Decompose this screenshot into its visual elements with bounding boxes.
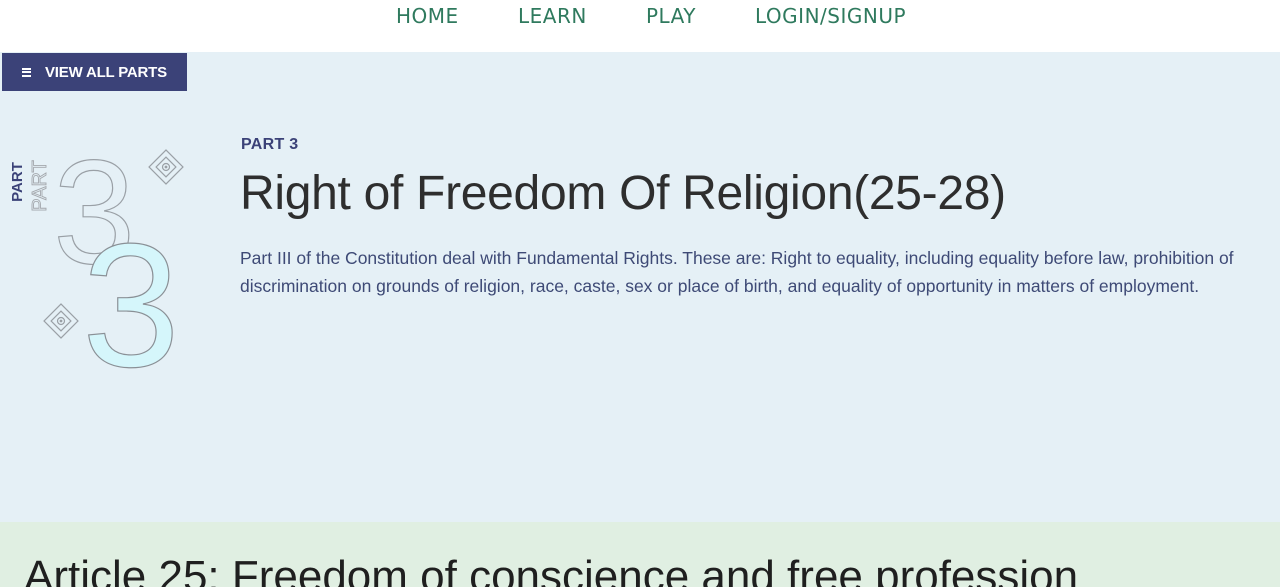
nav-home-link[interactable]: HOME — [396, 2, 459, 30]
part-number-label: PART 3 — [241, 136, 299, 153]
ornament-bottom-icon — [43, 303, 79, 339]
view-all-parts-button[interactable]: VIEW ALL PARTS — [2, 53, 187, 91]
part-description: Part III of the Constitution deal with F… — [240, 248, 1234, 296]
article-section: Article 25: Freedom of conscience and fr… — [0, 522, 1280, 587]
vertical-part-label: PART — [9, 162, 26, 202]
top-navigation: HOME LEARN PLAY LOGIN/SIGNUP — [0, 0, 1280, 52]
view-all-parts-label: VIEW ALL PARTS — [45, 63, 167, 81]
ornament-top-icon — [148, 149, 184, 185]
filled-numeral-three: 3 — [82, 208, 180, 382]
vertical-part-label-outline: PART — [29, 160, 51, 212]
nav-login-signup-link[interactable]: LOGIN/SIGNUP — [755, 2, 906, 30]
part-hero-section: VIEW ALL PARTS PART PART 3 3 PART 3 Righ… — [0, 52, 1280, 522]
nav-learn-link[interactable]: LEARN — [518, 2, 587, 30]
nav-play-link[interactable]: PLAY — [646, 2, 696, 30]
part-number-artwork: PART PART 3 3 — [9, 132, 184, 382]
menu-icon — [22, 67, 31, 77]
article-heading: Article 25: Freedom of conscience and fr… — [24, 552, 1079, 587]
part-title: Right of Freedom Of Religion(25-28) — [240, 167, 1006, 220]
